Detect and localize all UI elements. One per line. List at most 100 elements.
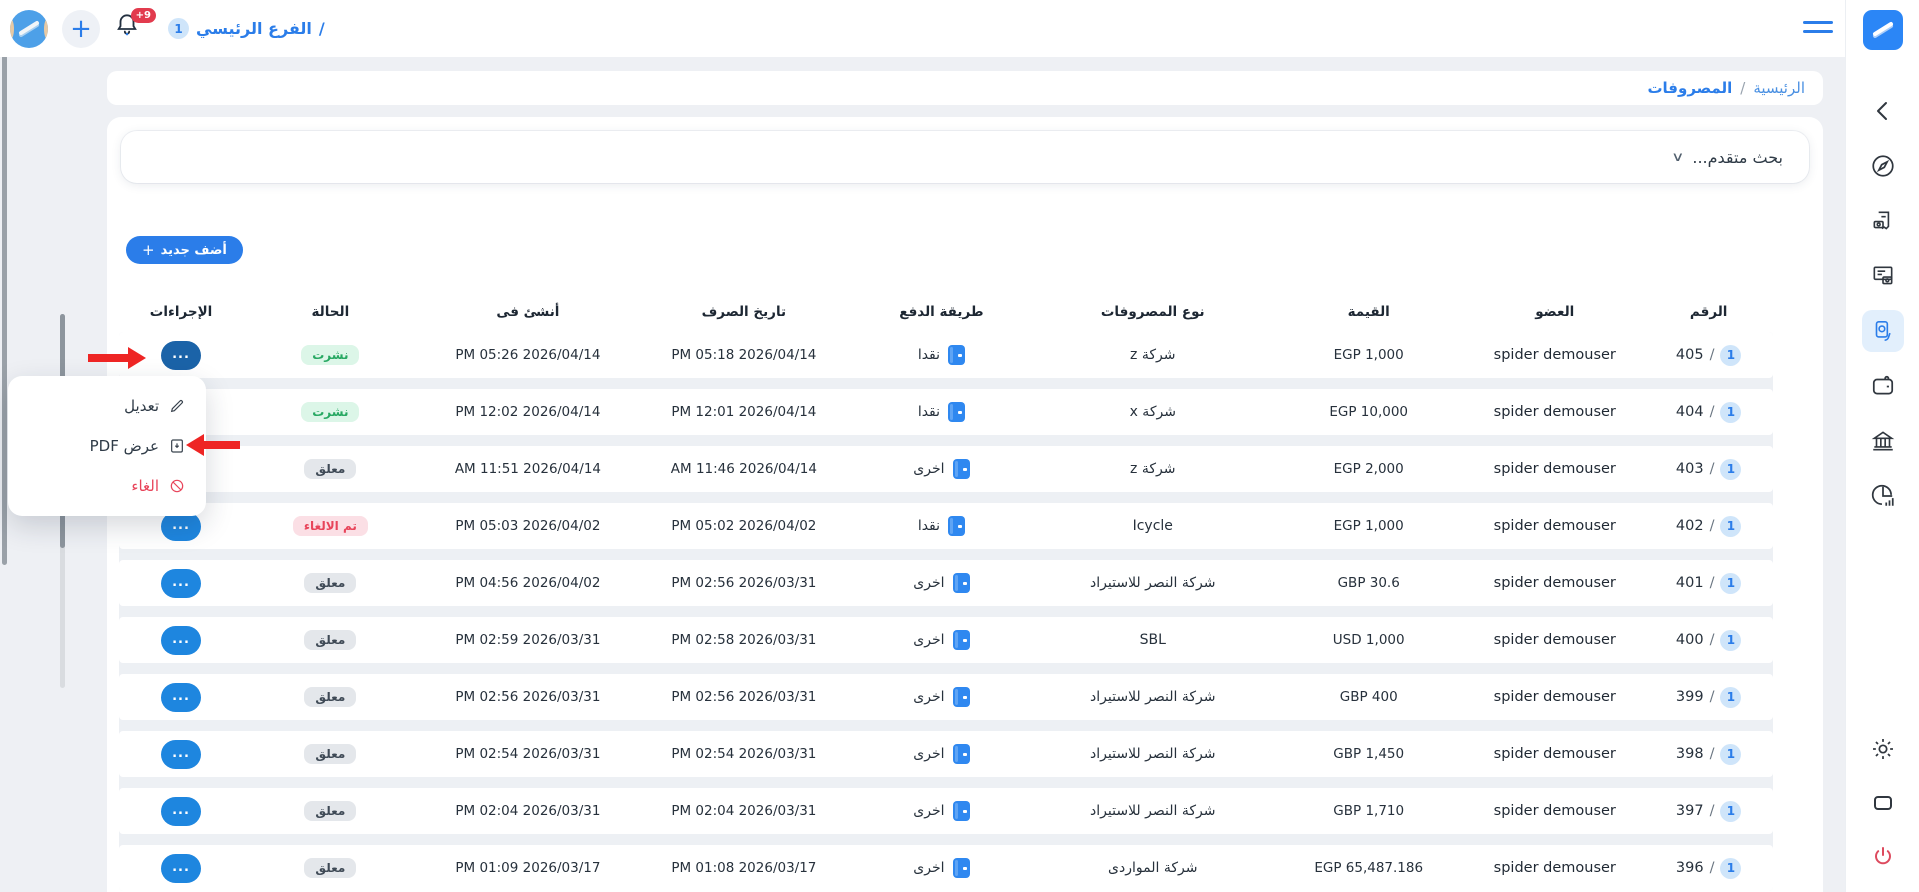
col-member: العضو xyxy=(1465,304,1644,320)
row-pay-method: اخرى xyxy=(850,459,1034,479)
row-number-value: 396 xyxy=(1676,860,1704,876)
row-status: معلق xyxy=(243,801,418,821)
row-actions-button[interactable]: ... xyxy=(161,740,201,769)
row-pay-method: نقدا xyxy=(850,345,1034,365)
expenses-hand-money-icon[interactable] xyxy=(1862,310,1904,352)
row-actions-button[interactable]: ... xyxy=(161,626,201,655)
table-row[interactable]: 1 / 396 spider demouser EGP 65,487.186 ش… xyxy=(119,845,1773,891)
row-number-separator: / xyxy=(1710,575,1715,591)
breadcrumb-home-link[interactable]: الرئيسية xyxy=(1753,79,1805,97)
row-number-separator: / xyxy=(1710,632,1715,648)
row-number: 1 / 403 xyxy=(1644,459,1773,480)
row-created-at: PM 04:56 2026/04/02 xyxy=(418,575,639,591)
row-expense-type: SBL xyxy=(1033,632,1272,648)
row-expense-type: Icycle xyxy=(1033,518,1272,534)
breadcrumb: الرئيسية / المصروفات xyxy=(107,71,1823,105)
bank-icon[interactable] xyxy=(1862,420,1904,462)
row-pay-method-label: اخرى xyxy=(913,575,944,591)
table-row[interactable]: 1 / 403 spider demouser EGP 2,000 شركة z… xyxy=(119,446,1773,492)
gear-icon[interactable] xyxy=(1862,728,1904,770)
row-number: 1 / 404 xyxy=(1644,402,1773,423)
annotation-arrow-to-actions-button xyxy=(88,347,146,369)
compass-icon[interactable] xyxy=(1862,145,1904,187)
row-actions-button[interactable]: ... xyxy=(161,341,201,370)
row-number: 1 / 400 xyxy=(1644,630,1773,651)
row-pay-method: اخرى xyxy=(850,858,1034,878)
row-number-value: 397 xyxy=(1676,803,1704,819)
table-row[interactable]: 1 / 401 spider demouser GBP 30.6 شركة ال… xyxy=(119,560,1773,606)
add-quick-button[interactable]: + xyxy=(62,10,100,48)
col-value: القيمة xyxy=(1272,304,1465,320)
collapse-chevron-icon[interactable] xyxy=(1862,90,1904,132)
sidebar-logo[interactable] xyxy=(1863,10,1903,50)
wallet-payment-icon xyxy=(948,516,965,536)
row-number-value: 403 xyxy=(1676,461,1704,477)
page-scrollbar[interactable] xyxy=(2,55,7,565)
menu-toggle-icon[interactable] xyxy=(1803,21,1833,39)
receipt-money-icon[interactable] xyxy=(1862,200,1904,242)
cancel-circle-icon xyxy=(168,477,186,495)
add-new-button[interactable]: أضف جديد + xyxy=(126,236,243,264)
row-actions-button[interactable]: ... xyxy=(161,797,201,826)
table-row[interactable]: 1 / 399 spider demouser GBP 400 شركة الن… xyxy=(119,674,1773,720)
page: + +9 / الفرع الرئيسي 1 xyxy=(0,0,1919,892)
row-pay-date: PM 02:54 2026/03/31 xyxy=(638,746,849,762)
row-pay-date: PM 02:04 2026/03/31 xyxy=(638,803,849,819)
row-number-separator: / xyxy=(1710,404,1715,420)
row-pay-method-label: نقدا xyxy=(918,518,940,534)
table-header-row: الرقم العضو القيمة نوع المصروفات طريقة ا… xyxy=(119,292,1773,332)
status-badge: معلق xyxy=(304,801,356,821)
row-actions-button[interactable]: ... xyxy=(161,569,201,598)
row-expense-type: شركة النصر للاستيراد xyxy=(1033,575,1272,591)
app-logo[interactable] xyxy=(10,10,48,48)
row-member: spider demouser xyxy=(1465,404,1644,420)
row-expense-type: شركة النصر للاستيراد xyxy=(1033,689,1272,705)
row-pay-date: AM 11:46 2026/04/14 xyxy=(638,461,849,477)
wallet-payment-icon xyxy=(953,459,970,479)
menu-item-edit[interactable]: تعديل xyxy=(8,386,206,426)
row-actions-button[interactable]: ... xyxy=(161,683,201,712)
shop-money-icon[interactable] xyxy=(1862,255,1904,297)
row-pay-date: PM 02:56 2026/03/31 xyxy=(638,689,849,705)
menu-item-view-pdf[interactable]: عرض PDF xyxy=(8,426,206,466)
table-row[interactable]: 1 / 402 spider demouser EGP 1,000 Icycle… xyxy=(119,503,1773,549)
row-actions: ... xyxy=(119,626,243,655)
row-expense-type: شركة z xyxy=(1033,461,1272,477)
row-actions-button[interactable]: ... xyxy=(161,854,201,883)
row-number-separator: / xyxy=(1710,860,1715,876)
row-pay-date: PM 12:01 2026/04/14 xyxy=(638,404,849,420)
table-row[interactable]: 1 / 405 spider demouser EGP 1,000 شركة z… xyxy=(119,332,1773,378)
screen-icon[interactable] xyxy=(1862,782,1904,824)
branch-breadcrumb[interactable]: / الفرع الرئيسي 1 xyxy=(168,18,325,39)
row-member: spider demouser xyxy=(1465,347,1644,363)
row-count-badge: 1 xyxy=(1720,345,1741,366)
row-actions: ... xyxy=(119,740,243,769)
status-badge: معلق xyxy=(304,630,356,650)
col-number: الرقم xyxy=(1644,304,1773,320)
row-status: تم الالغاء xyxy=(243,516,418,536)
wallet-icon[interactable] xyxy=(1862,365,1904,407)
breadcrumb-current: المصروفات xyxy=(1647,79,1732,97)
row-number-value: 401 xyxy=(1676,575,1704,591)
row-number-separator: / xyxy=(1710,347,1715,363)
menu-item-cancel[interactable]: الغاء xyxy=(8,466,206,506)
notifications-button[interactable]: +9 xyxy=(114,10,148,48)
pie-chart-icon[interactable] xyxy=(1862,475,1904,517)
table-row[interactable]: 1 / 397 spider demouser GBP 1,710 شركة ا… xyxy=(119,788,1773,834)
row-expense-type: شركة النصر للاستيراد xyxy=(1033,803,1272,819)
pencil-icon xyxy=(168,397,186,415)
row-created-at: PM 02:56 2026/03/31 xyxy=(418,689,639,705)
row-actions-menu: تعديل عرض PDF الغاء xyxy=(8,376,206,516)
wallet-payment-icon xyxy=(948,402,965,422)
table-row[interactable]: 1 / 400 spider demouser USD 1,000 SBL اخ… xyxy=(119,617,1773,663)
row-pay-date: PM 02:58 2026/03/31 xyxy=(638,632,849,648)
wallet-payment-icon xyxy=(953,573,970,593)
power-icon[interactable] xyxy=(1862,836,1904,878)
row-count-badge: 1 xyxy=(1720,687,1741,708)
table-row[interactable]: 1 / 398 spider demouser GBP 1,450 شركة ا… xyxy=(119,731,1773,777)
table-row[interactable]: 1 / 404 spider demouser EGP 10,000 شركة … xyxy=(119,389,1773,435)
row-pay-date: PM 02:56 2026/03/31 xyxy=(638,575,849,591)
row-number-separator: / xyxy=(1710,746,1715,762)
col-expense-type: نوع المصروفات xyxy=(1033,304,1272,320)
advanced-search-toggle[interactable]: بحث متقدم... ∨ xyxy=(121,131,1809,183)
